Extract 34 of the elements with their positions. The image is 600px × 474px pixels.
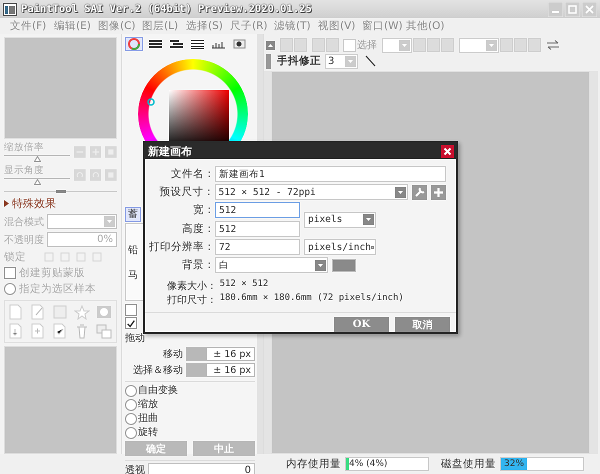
field-label: 锁定 [4,250,27,264]
option-label: 指定为选区样本 [19,282,96,296]
field-label: 高度 : [181,222,211,236]
status-label: 磁盘使用量 [441,457,496,471]
section-label: 拖动 [125,332,145,345]
info-label: 打印尺寸 : [167,294,214,307]
field-label: 混合模式 [4,216,45,228]
field-label: 不透明度 [4,234,45,246]
option-label: 扭曲 [138,412,158,425]
info-label: 像素大小 : [167,280,214,293]
field-label: 背景 : [181,258,211,272]
field-label: 宽 : [192,203,211,217]
option-label: 自由变换 [138,384,178,397]
section-title: 特殊效果 [12,196,56,211]
option-label: 缩放 [138,398,158,411]
dialog-title: 新建画布 [148,144,192,158]
checkbox-label: 选择 [357,38,377,52]
window-title: PaintTool SAI Ver.2 (64bit) Preview.2020.01.25 [21,3,312,15]
field-label: 预设尺寸 : [158,185,211,199]
field-label: 选择＆移动 [132,364,183,376]
usage-meter: 32% [500,457,584,471]
usage-meter: 4% (4%) [345,457,429,471]
option-label: 创建剪贴蒙版 [19,266,85,280]
info-value: 512 × 512 [220,279,268,291]
stabilizer-label: 手抖修正 [277,54,321,68]
slider-label: 显示角度 [4,164,45,177]
option-label: 旋转 [138,426,158,439]
field-label: 打印分辨率 : [148,240,211,254]
field-label: 透视 [125,464,145,474]
field-label: 文件名 : [170,167,211,181]
slider-label: 缩放倍率 [4,141,45,154]
info-value: 180.6mm × 180.6mm (72 pixels/inch) [220,293,404,305]
field-label: 移动 [162,348,183,360]
status-label: 内存使用量 [286,457,341,471]
